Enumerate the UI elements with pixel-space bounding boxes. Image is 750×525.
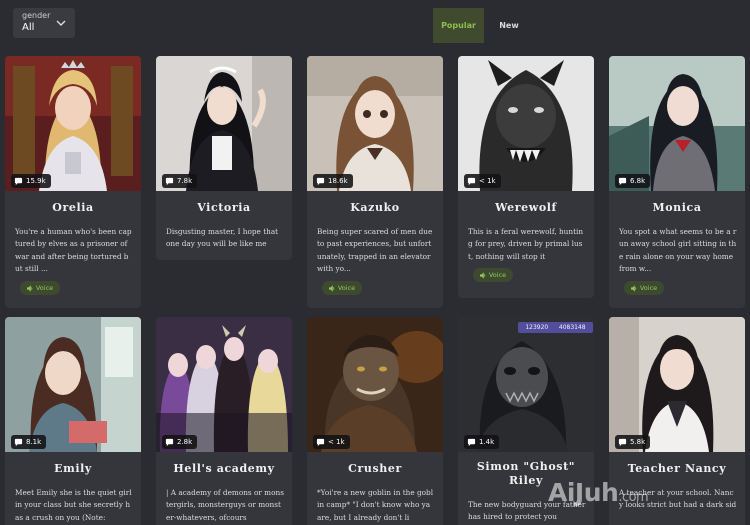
chat-bubble-icon [618, 177, 627, 185]
chat-count: 8.1k [26, 438, 42, 446]
voice-button[interactable]: Voice [624, 281, 664, 295]
gender-filter-value: All [22, 22, 35, 33]
chat-count-badge: < 1k [464, 174, 501, 188]
character-avatar [156, 56, 292, 191]
character-avatar [609, 317, 745, 452]
character-card-orelia[interactable]: 15.9k Orelia You're a human who's been c… [5, 56, 141, 308]
voice-button[interactable]: Voice [20, 281, 60, 295]
character-card-victoria[interactable]: 7.8k Victoria Disgusting master, I hope … [156, 56, 292, 260]
stats-badge: 123920 4083148 [518, 322, 593, 333]
chat-count-badge: 18.6k [313, 174, 353, 188]
chat-bubble-icon [618, 438, 627, 446]
chat-count: 2.8k [177, 438, 193, 446]
chevron-down-icon [56, 20, 66, 26]
character-avatar [307, 317, 443, 452]
speaker-icon [328, 284, 335, 292]
chat-count: 1.4k [479, 438, 495, 446]
chat-count: < 1k [328, 438, 345, 446]
chat-count-badge: 15.9k [11, 174, 51, 188]
chat-count: 7.8k [177, 177, 193, 185]
character-description: You're a human who's been captured by el… [15, 227, 132, 273]
character-name: Kazuko [350, 201, 400, 214]
chat-count: 6.8k [630, 177, 646, 185]
chat-bubble-icon [467, 438, 476, 446]
views-count: 123920 [525, 324, 549, 331]
character-name: Emily [54, 462, 92, 475]
character-name: Monica [652, 201, 702, 214]
speaker-icon [630, 284, 637, 292]
character-avatar [5, 317, 141, 452]
watermark-brand: AiJuh [548, 478, 619, 507]
voice-label: Voice [639, 284, 658, 292]
voice-label: Voice [35, 284, 54, 292]
gender-filter-dropdown[interactable]: gender All [13, 8, 75, 38]
chat-count-badge: 8.1k [11, 435, 47, 449]
character-avatar [609, 56, 745, 191]
site-watermark: AiJuh.com [548, 478, 738, 518]
tab-new[interactable]: New [486, 8, 532, 43]
chats-count: 4083148 [558, 324, 586, 331]
character-avatar [458, 56, 594, 191]
chat-count-badge: 5.8k [615, 435, 651, 449]
character-description: You spot a what seems to be a run away s… [619, 227, 737, 273]
character-card-monica[interactable]: 6.8k Monica You spot a what seems to be … [609, 56, 745, 308]
character-avatar [458, 317, 594, 452]
character-name: Crusher [348, 462, 402, 475]
speaker-icon [479, 271, 486, 279]
character-card-hells-academy[interactable]: 2.8k Hell's academy | A academy of demon… [156, 317, 292, 525]
character-card-werewolf[interactable]: < 1k Werewolf This is a feral werewolf, … [458, 56, 594, 298]
chat-count: 15.9k [26, 177, 46, 185]
chat-bubble-icon [14, 438, 23, 446]
chat-count: < 1k [479, 177, 496, 185]
chat-bubble-icon [14, 177, 23, 185]
character-card-crusher[interactable]: < 1k Crusher *Yoi're a new goblin in the… [307, 317, 443, 525]
character-card-emily[interactable]: 8.1k Emily Meet Emily she is the quiet g… [5, 317, 141, 525]
character-name: Victoria [197, 201, 251, 214]
tab-popular[interactable]: Popular [433, 8, 484, 43]
voice-button[interactable]: Voice [322, 281, 362, 295]
character-name: Teacher Nancy [627, 462, 727, 475]
voice-label: Voice [337, 284, 356, 292]
chat-count-badge: 1.4k [464, 435, 500, 449]
voice-button[interactable]: Voice [473, 268, 513, 282]
gender-filter-label: gender [22, 11, 51, 20]
chat-count: 5.8k [630, 438, 646, 446]
character-avatar [5, 56, 141, 191]
chat-count-badge: < 1k [313, 435, 350, 449]
character-name: Orelia [52, 201, 94, 214]
chat-bubble-icon [165, 177, 174, 185]
character-avatar [307, 56, 443, 191]
character-name: Hell's academy [173, 462, 275, 475]
character-card-kazuko[interactable]: 18.6k Kazuko Being super scared of men d… [307, 56, 443, 308]
chat-count-badge: 6.8k [615, 174, 651, 188]
character-description: | A academy of demons or monstergirls, m… [166, 488, 284, 522]
chat-count: 18.6k [328, 177, 348, 185]
character-avatar [156, 317, 292, 452]
chat-count-badge: 7.8k [162, 174, 198, 188]
character-description: Disgusting master, I hope that one day y… [166, 227, 279, 249]
watermark-suffix: .com [618, 490, 649, 505]
chat-bubble-icon [316, 438, 325, 446]
character-description: Meet Emily she is the quiet girl in your… [15, 488, 132, 522]
character-description: Being super scared of men due to past ex… [317, 227, 433, 273]
voice-label: Voice [488, 271, 507, 279]
chat-bubble-icon [316, 177, 325, 185]
top-bar: gender All Popular New [0, 0, 750, 52]
character-description: *Yoi're a new goblin in the goblin camp*… [317, 488, 434, 522]
chat-bubble-icon [165, 438, 174, 446]
character-name: Werewolf [495, 201, 557, 214]
chat-bubble-icon [467, 177, 476, 185]
chat-count-badge: 2.8k [162, 435, 198, 449]
speaker-icon [26, 284, 33, 292]
character-description: This is a feral werewolf, hunting for pr… [468, 227, 584, 261]
